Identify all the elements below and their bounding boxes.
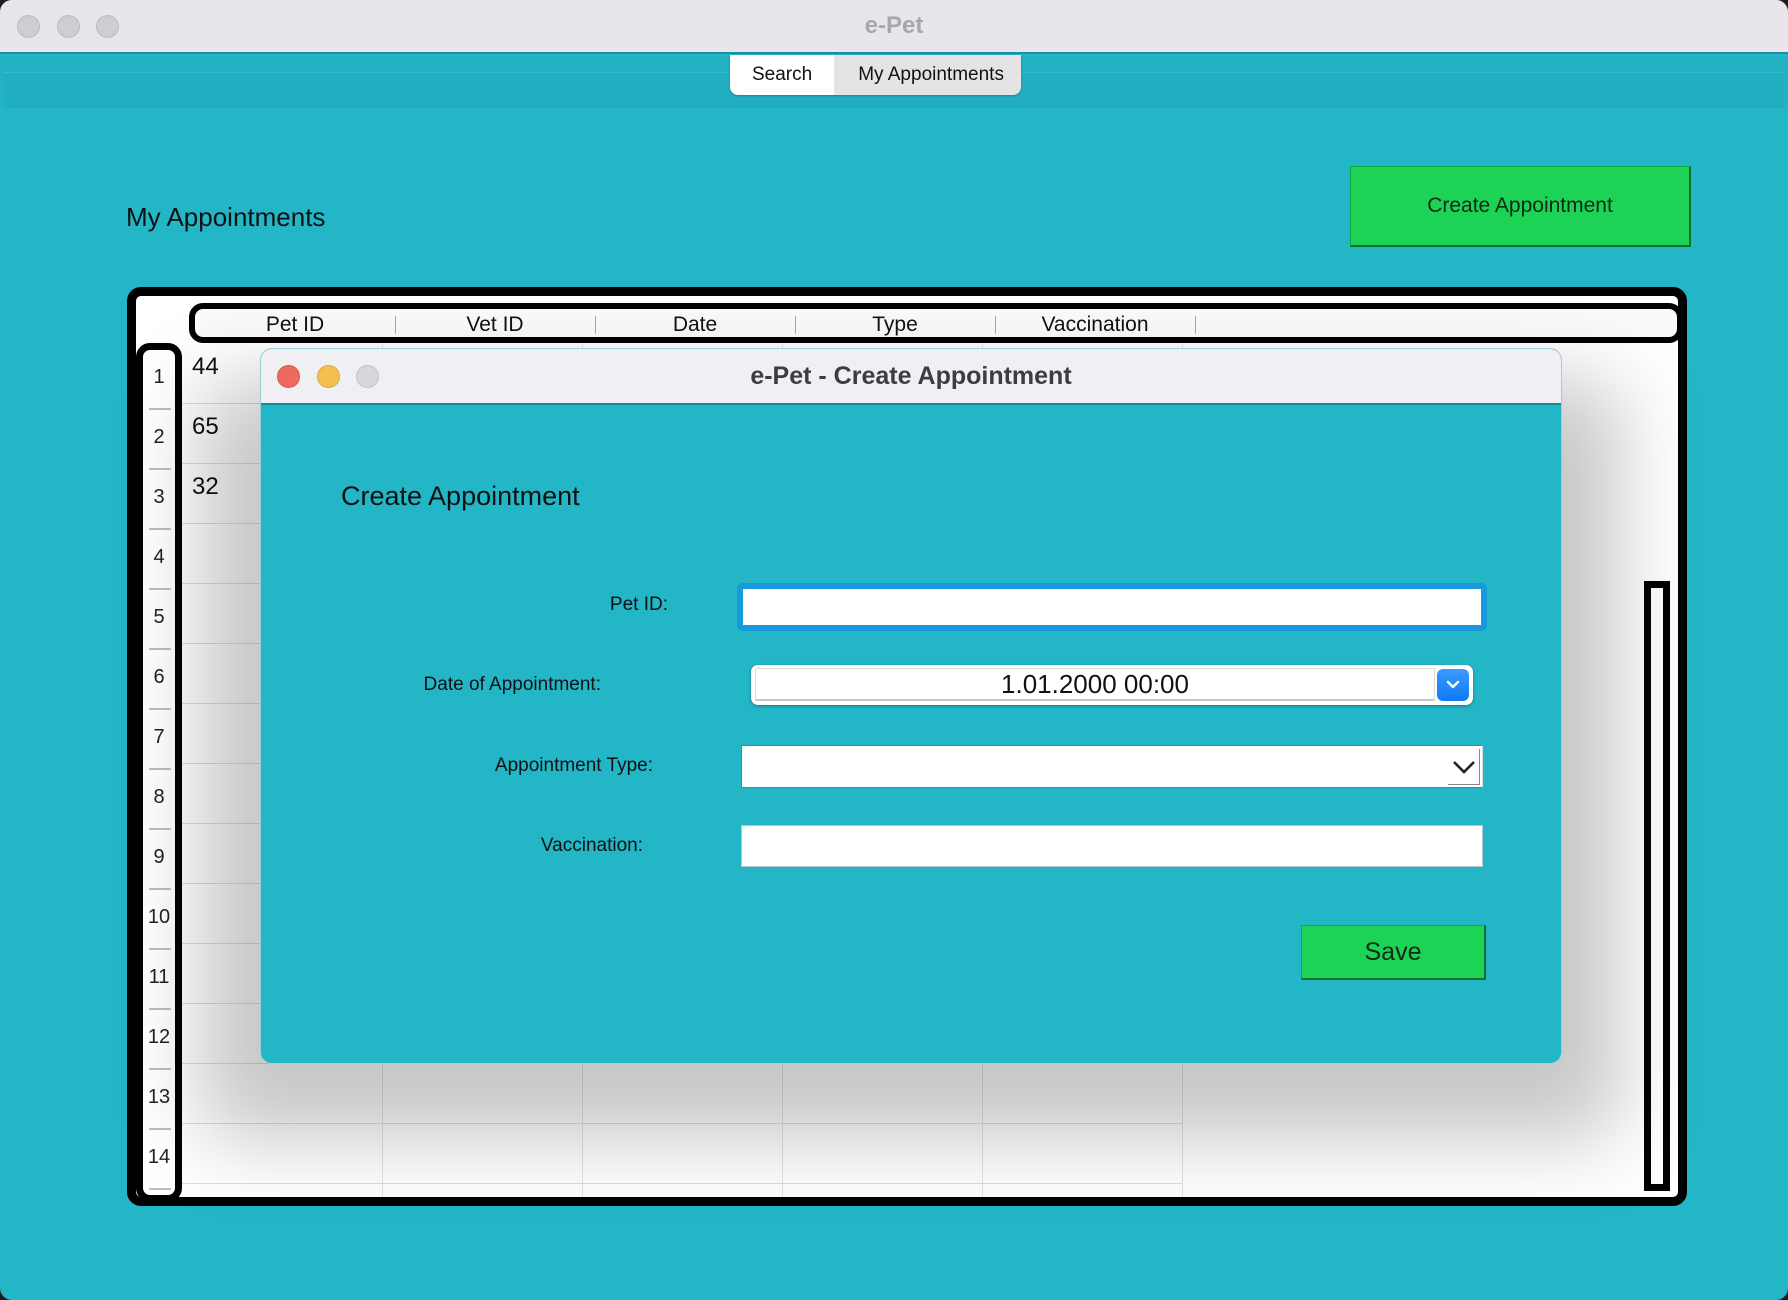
row-number: 10 (147, 906, 171, 928)
date-of-appointment-label: Date of Appointment: (423, 674, 601, 695)
window-title: e-Pet (864, 12, 924, 39)
page-title: My Appointments (126, 202, 326, 232)
dialog-title-bar: e-Pet - Create Appointment (261, 349, 1561, 405)
row-divider (149, 528, 171, 530)
title-bar: e-Pet (0, 0, 1788, 54)
row-number: 13 (147, 1086, 171, 1108)
row-divider (149, 648, 171, 650)
pet-id-cell[interactable]: 44 (192, 353, 219, 381)
row-number: 11 (148, 966, 170, 988)
row-divider (149, 828, 171, 830)
pet-id-label: Pet ID: (609, 594, 668, 615)
create-appointment-dialog: e-Pet - Create Appointment Create Appoin… (260, 348, 1562, 1064)
tab-search[interactable]: Search (730, 55, 835, 95)
row-divider (149, 708, 171, 710)
row-divider (149, 468, 171, 470)
column-header[interactable]: Vaccination (995, 313, 1195, 339)
date-picker[interactable]: 1.01.2000 00:00 (751, 665, 1473, 705)
row-divider (149, 1188, 171, 1190)
row-number: 6 (153, 666, 165, 688)
row-number: 2 (153, 426, 165, 448)
column-header[interactable]: Pet ID (195, 313, 395, 339)
table-header-row: Pet ID Vet ID Date Type Vaccination (189, 303, 1678, 343)
row-divider (149, 588, 171, 590)
dialog-heading: Create Appointment (341, 481, 580, 511)
column-separator[interactable] (1195, 316, 1196, 334)
row-divider (149, 888, 171, 890)
row-divider (149, 408, 171, 410)
row-number: 5 (153, 606, 165, 628)
row-number: 14 (147, 1146, 171, 1168)
row-number: 1 (153, 366, 165, 388)
row-divider (149, 948, 171, 950)
dialog-title: e-Pet - Create Appointment (750, 362, 1072, 390)
pet-id-input[interactable] (737, 583, 1487, 631)
row-header-column: 1 2 3 4 5 6 7 8 9 10 11 12 13 14 (136, 343, 182, 1197)
appointment-type-select[interactable] (741, 745, 1483, 788)
vaccination-label: Vaccination: (540, 835, 643, 856)
create-appointment-button[interactable]: Create Appointment (1350, 166, 1691, 247)
chevron-down-icon (1452, 760, 1475, 774)
column-header[interactable]: Date (595, 313, 795, 339)
row-divider (149, 1068, 171, 1070)
main-window: e-Pet Search My Appointments My Appointm… (0, 0, 1788, 1300)
row-number: 3 (153, 486, 165, 508)
row-divider (149, 1128, 171, 1130)
row-number: 12 (147, 1026, 171, 1048)
date-value[interactable]: 1.01.2000 00:00 (755, 668, 1435, 701)
vertical-scrollbar[interactable] (1644, 581, 1670, 1191)
row-number: 8 (153, 786, 165, 808)
tab-my-appointments[interactable]: My Appointments (834, 55, 1021, 95)
save-button[interactable]: Save (1301, 925, 1486, 980)
select-arrow[interactable] (1448, 749, 1480, 785)
grid-row-line (182, 1183, 1182, 1184)
row-number: 9 (153, 846, 165, 868)
tab-bar: Search My Appointments (730, 55, 1021, 95)
appointment-type-label: Appointment Type: (494, 755, 653, 776)
column-header[interactable]: Vet ID (395, 313, 595, 339)
date-dropdown-button[interactable] (1437, 669, 1469, 701)
row-divider (149, 768, 171, 770)
row-divider (149, 1008, 171, 1010)
chevron-down-icon (1446, 680, 1460, 689)
row-number: 4 (153, 546, 165, 568)
vaccination-input[interactable] (741, 825, 1483, 867)
row-number: 7 (153, 726, 165, 748)
column-header[interactable]: Type (795, 313, 995, 339)
